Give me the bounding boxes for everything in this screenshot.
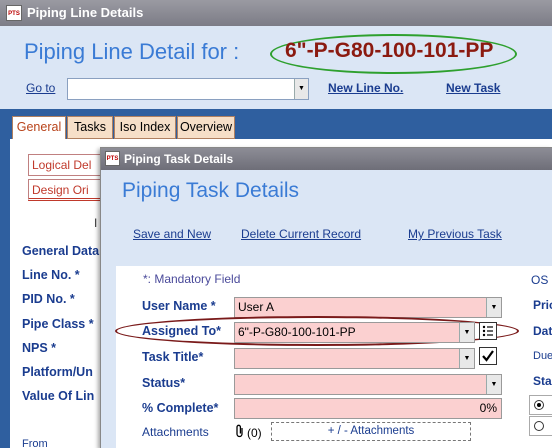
- page-title: Piping Line Detail for :: [24, 39, 240, 64]
- piping-task-dialog: PTS Piping Task Details Piping Task Deta…: [100, 147, 552, 448]
- assigned-to-label: Assigned To*: [142, 324, 221, 338]
- radio-empty-icon: [534, 421, 544, 431]
- line-number-value: 6"-P-G80-100-101-PP: [285, 39, 494, 62]
- status-radio-1[interactable]: [529, 395, 552, 415]
- status-radio-2[interactable]: [529, 416, 552, 436]
- dropdown-arrow-icon[interactable]: ▼: [486, 375, 501, 394]
- my-previous-task-link[interactable]: My Previous Task: [408, 227, 502, 241]
- attachments-label: Attachments: [142, 425, 209, 439]
- tab-iso-index[interactable]: Iso Index: [114, 116, 176, 139]
- goto-combo[interactable]: ▼: [67, 78, 309, 100]
- tab-tasks[interactable]: Tasks: [67, 116, 113, 139]
- radio-selected-icon: [534, 400, 544, 410]
- subtab-logical-delete[interactable]: Logical Del: [28, 154, 108, 176]
- dialog-titlebar: PTS Piping Task Details: [101, 148, 552, 170]
- tab-overview[interactable]: Overview: [177, 116, 235, 139]
- pid-no-label: PID No. *: [22, 292, 75, 306]
- attachments-button[interactable]: + / - Attachments: [271, 422, 471, 441]
- platform-label: Platform/Un: [22, 365, 93, 379]
- assigned-to-combo[interactable]: 6"-P-G80-100-101-PP ▼: [234, 322, 475, 343]
- app-logo-icon: PTS: [6, 5, 22, 21]
- tab-general[interactable]: General: [12, 116, 66, 140]
- outer-header: Piping Line Detail for : 6"-P-G80-100-10…: [0, 26, 552, 109]
- new-line-link[interactable]: New Line No.: [328, 81, 403, 95]
- mandatory-note: *: Mandatory Field: [143, 272, 241, 286]
- dropdown-arrow-icon[interactable]: ▼: [486, 298, 501, 317]
- list-icon[interactable]: [479, 322, 497, 340]
- user-name-combo[interactable]: User A ▼: [234, 297, 502, 318]
- user-name-label: User Name *: [142, 299, 216, 313]
- save-and-new-link[interactable]: Save and New: [133, 227, 211, 241]
- partial-label: I: [94, 216, 98, 230]
- user-name-value: User A: [238, 300, 275, 314]
- from-label: From: [22, 438, 48, 448]
- status-label: Status*: [142, 376, 186, 390]
- subtab-design-origin[interactable]: Design Ori: [28, 179, 108, 201]
- nps-label: NPS *: [22, 341, 57, 355]
- paperclip-icon: [234, 424, 246, 441]
- pipe-class-label: Pipe Class *: [22, 317, 94, 331]
- dropdown-arrow-icon[interactable]: ▼: [294, 79, 308, 99]
- assigned-to-value: 6"-P-G80-100-101-PP: [238, 325, 356, 339]
- new-task-link[interactable]: New Task: [446, 81, 500, 95]
- dialog-title: Piping Task Details: [124, 152, 234, 166]
- tab-bar: General Tasks Iso Index Overview: [0, 109, 552, 140]
- dropdown-arrow-icon[interactable]: ▼: [459, 323, 474, 342]
- percent-complete-label: % Complete*: [142, 401, 219, 415]
- partial-label: Dat: [533, 324, 552, 338]
- partial-label: Pric: [533, 298, 552, 312]
- outer-window-title: Piping Line Details: [27, 5, 144, 20]
- percent-complete-input[interactable]: 0%: [234, 398, 502, 419]
- value-of-line-label: Value Of Lin: [22, 389, 95, 403]
- attachments-count: (0): [247, 426, 262, 440]
- os-label: OS: [531, 273, 549, 287]
- dialog-heading: Piping Task Details: [122, 179, 300, 202]
- partial-label: Sta: [533, 374, 552, 388]
- line-no-label: Line No. *: [22, 268, 80, 282]
- dropdown-arrow-icon[interactable]: ▼: [459, 349, 474, 368]
- task-title-label: Task Title*: [142, 350, 204, 364]
- general-data-label: General Data: [22, 244, 100, 258]
- outer-window-titlebar: PTS Piping Line Details: [0, 0, 552, 26]
- goto-label: Go to: [26, 81, 56, 95]
- checkbox-checked-icon[interactable]: [479, 347, 497, 365]
- app-logo-icon: PTS: [105, 151, 120, 166]
- partial-label: Due: [533, 350, 552, 362]
- task-title-combo[interactable]: ▼: [234, 348, 475, 369]
- status-combo[interactable]: ▼: [234, 374, 502, 395]
- delete-record-link[interactable]: Delete Current Record: [241, 227, 361, 241]
